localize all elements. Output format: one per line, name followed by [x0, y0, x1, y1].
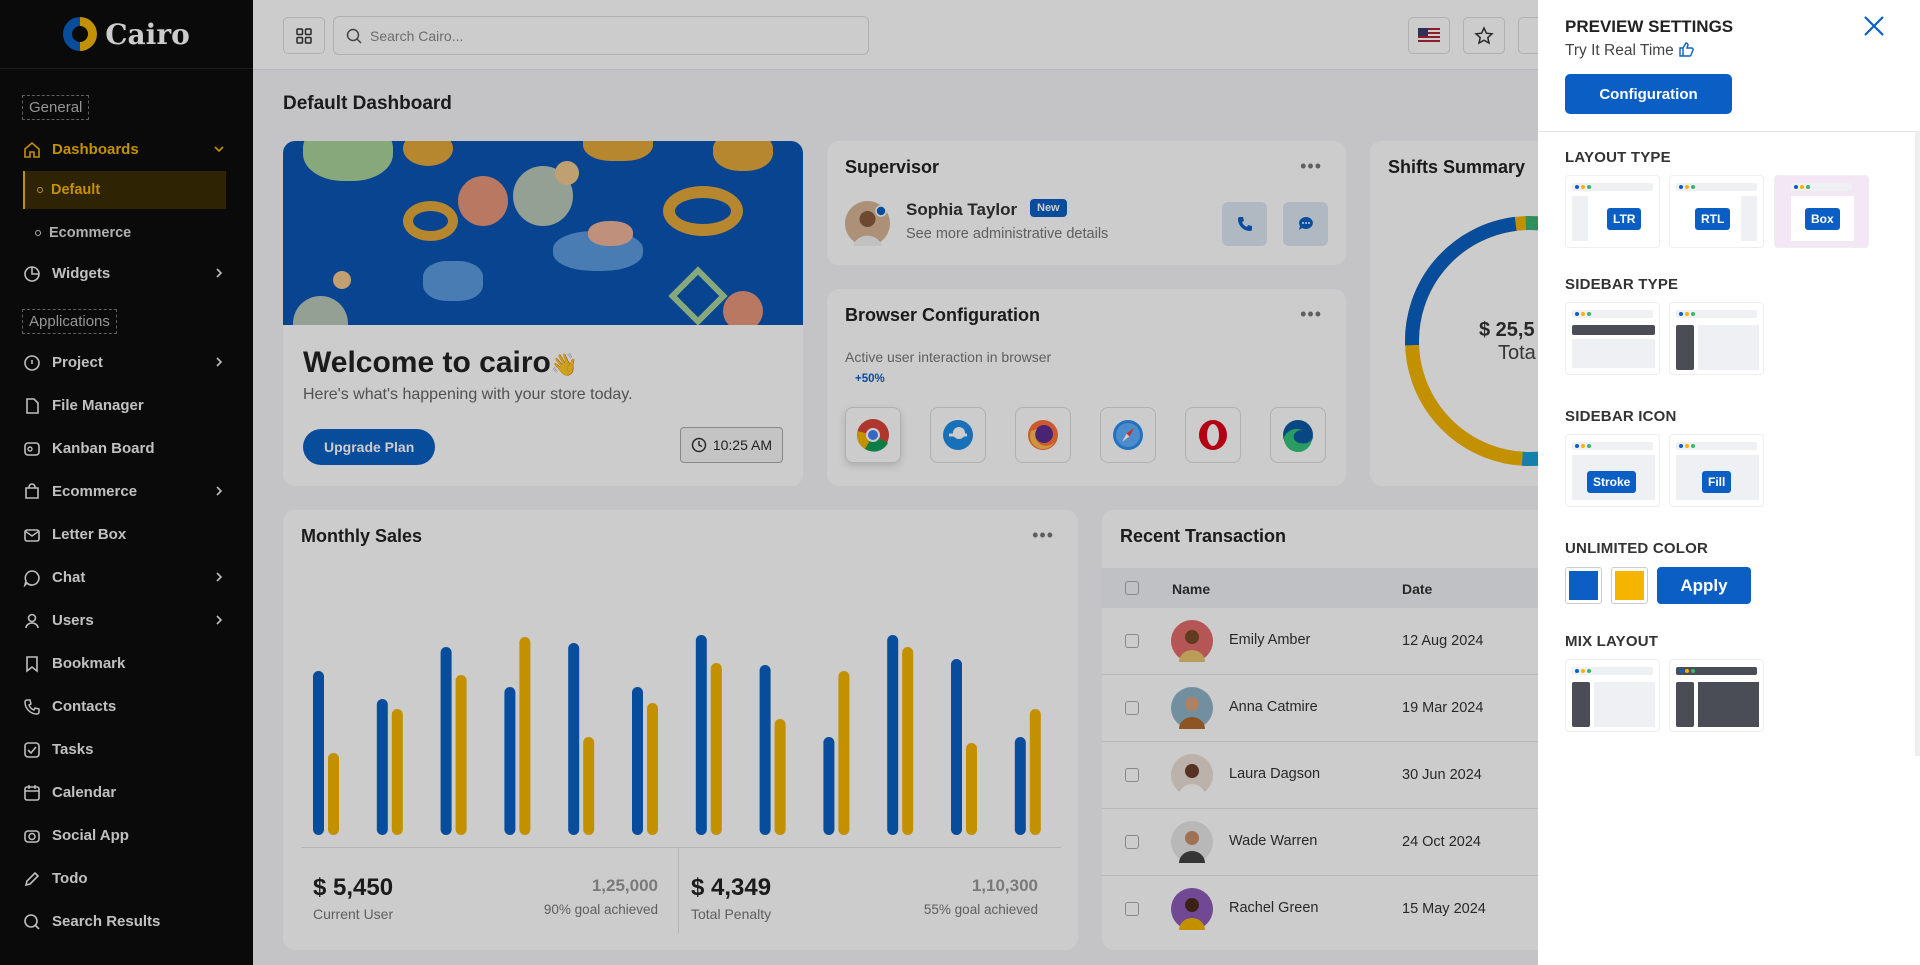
fill-tag: Fill: [1702, 471, 1732, 493]
layout-rtl-option[interactable]: RTL: [1669, 175, 1764, 248]
unlimited-color-heading: UNLIMITED COLOR: [1565, 540, 1708, 557]
mix-layout-dark-option[interactable]: [1669, 659, 1764, 732]
icon-stroke-option[interactable]: Stroke: [1565, 434, 1660, 507]
modal-backdrop[interactable]: [0, 0, 1538, 965]
panel-title: PREVIEW SETTINGS: [1565, 17, 1734, 36]
thumbs-up-icon: [1679, 42, 1694, 57]
divider: [1538, 131, 1920, 132]
panel-subtitle: Try It Real Time: [1565, 41, 1694, 60]
stroke-tag: Stroke: [1587, 471, 1637, 493]
layout-ltr-option[interactable]: LTR: [1565, 175, 1660, 248]
sidebar-horizontal-option[interactable]: [1565, 302, 1660, 375]
sidebar-vertical-option[interactable]: [1669, 302, 1764, 375]
layout-type-heading: LAYOUT TYPE: [1565, 149, 1671, 166]
mix-layout-light-option[interactable]: [1565, 659, 1660, 732]
icon-fill-option[interactable]: Fill: [1669, 434, 1764, 507]
panel-scrollbar[interactable]: [1915, 131, 1920, 756]
sidebar-type-heading: SIDEBAR TYPE: [1565, 276, 1679, 293]
close-icon[interactable]: [1861, 13, 1887, 39]
layout-box-option[interactable]: Box: [1774, 175, 1869, 248]
sidebar-icon-heading: SIDEBAR ICON: [1565, 408, 1677, 425]
rtl-tag: RTL: [1695, 208, 1731, 230]
box-tag: Box: [1805, 208, 1840, 230]
apply-button[interactable]: Apply: [1657, 567, 1751, 604]
primary-color-swatch[interactable]: [1565, 567, 1602, 604]
panel-subtitle-text: Try It Real Time: [1565, 42, 1674, 59]
preview-settings-panel: PREVIEW SETTINGS Try It Real Time Config…: [1538, 0, 1920, 965]
secondary-color-swatch[interactable]: [1611, 567, 1648, 604]
mix-layout-heading: MIX LAYOUT: [1565, 633, 1659, 650]
configuration-button[interactable]: Configuration: [1565, 74, 1732, 114]
ltr-tag: LTR: [1607, 208, 1642, 230]
